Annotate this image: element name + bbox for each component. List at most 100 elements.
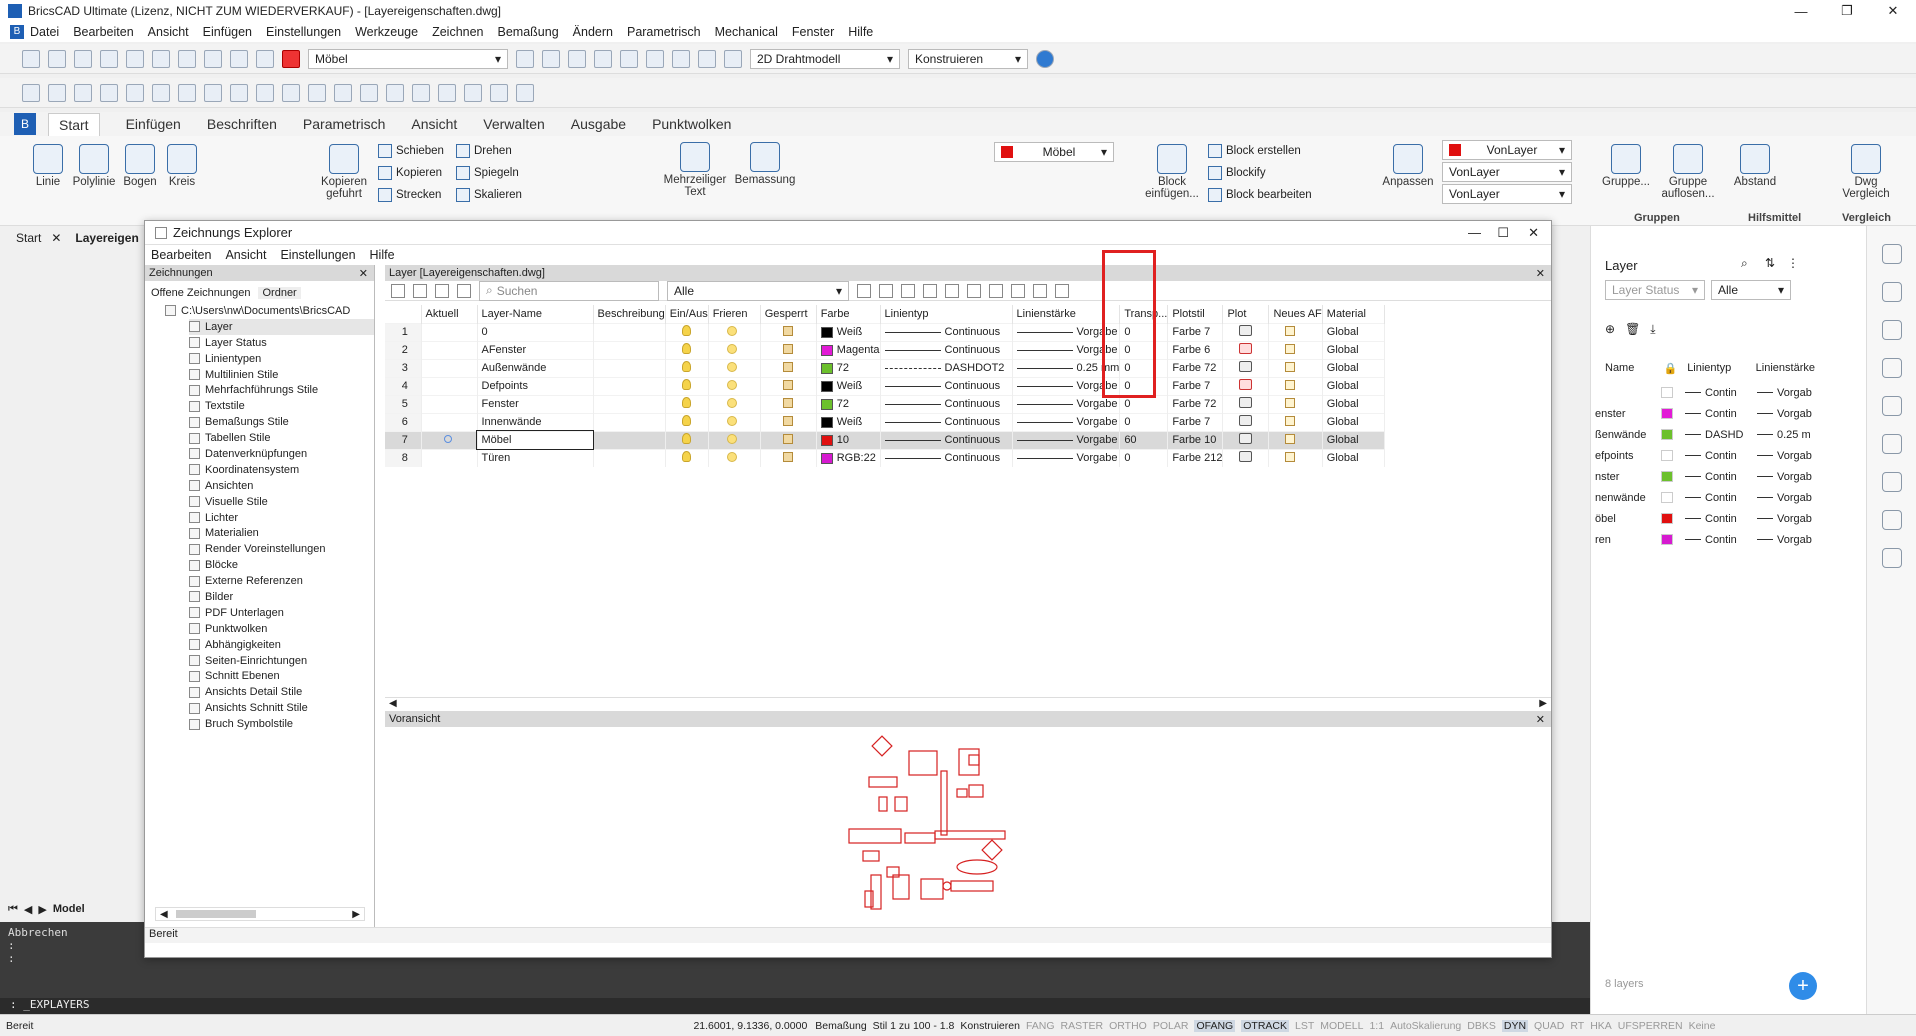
- restore-button[interactable]: ❐: [1824, 0, 1870, 22]
- status-toggle[interactable]: AutoSkalierung: [1390, 1020, 1461, 1032]
- tree-item[interactable]: Ansichten: [189, 478, 374, 494]
- snap-endpoint-icon[interactable]: [22, 83, 40, 102]
- close-icon[interactable]: ✕: [359, 267, 368, 280]
- list-item[interactable]: efpoints Contin Vorgab: [1591, 445, 1881, 466]
- zoom-realtime-icon[interactable]: [360, 83, 378, 102]
- tree-scrollbar[interactable]: ◀ ▶: [155, 907, 365, 921]
- mirror-button[interactable]: Spiegeln: [456, 166, 519, 180]
- tab-parametrisch[interactable]: Parametrisch: [303, 116, 385, 132]
- menu-bemassung[interactable]: Bemaßung: [498, 25, 559, 39]
- menu-ansicht[interactable]: Ansicht: [148, 25, 189, 39]
- block-insert-button[interactable]: Block einfügen...: [1142, 144, 1202, 200]
- list-item[interactable]: nster Contin Vorgab: [1591, 466, 1881, 487]
- grid-icon[interactable]: [1881, 548, 1902, 568]
- line-button[interactable]: Linie: [28, 144, 68, 188]
- doc-tab-start[interactable]: Start: [16, 231, 41, 245]
- tree-item[interactable]: Lichter: [189, 510, 374, 526]
- tree-item[interactable]: Render Voreinstellungen: [189, 541, 374, 557]
- menu-ansicht[interactable]: Ansicht: [225, 248, 266, 262]
- snap-apparent-icon[interactable]: [282, 83, 300, 102]
- menu-hilfe[interactable]: Hilfe: [370, 248, 395, 262]
- tree-item[interactable]: Multilinien Stile: [189, 367, 374, 383]
- zoom-extents-icon[interactable]: [490, 83, 508, 102]
- sync-icon[interactable]: [989, 283, 1003, 298]
- list-item[interactable]: nenwände Contin Vorgab: [1591, 487, 1881, 508]
- close-button[interactable]: ✕: [1528, 225, 1539, 241]
- snap-intersection-icon[interactable]: [152, 83, 170, 102]
- list-item[interactable]: ren Contin Vorgab: [1591, 529, 1881, 550]
- layer-tool-icon[interactable]: [516, 49, 534, 68]
- minimize-button[interactable]: —: [1778, 0, 1824, 22]
- ungroup-button[interactable]: Gruppe auflosen...: [1656, 144, 1720, 200]
- menu-einstellungen[interactable]: Einstellungen: [266, 25, 341, 39]
- snap-node-icon[interactable]: [100, 83, 118, 102]
- nav-next-icon[interactable]: ▶: [38, 903, 46, 916]
- list-item[interactable]: öbel Contin Vorgab: [1591, 508, 1881, 529]
- status-toggle[interactable]: FANG: [1026, 1020, 1055, 1032]
- tree-item[interactable]: Bruch Symbolstile: [189, 716, 374, 732]
- close-icon[interactable]: ✕: [1536, 713, 1545, 726]
- tree-item[interactable]: Mehrfachführungs Stile: [189, 382, 374, 398]
- circle-button[interactable]: Kreis: [162, 144, 202, 188]
- group-button[interactable]: Gruppe...: [1596, 144, 1656, 188]
- snap-insertion-icon[interactable]: [178, 83, 196, 102]
- refresh-icon[interactable]: [967, 283, 981, 298]
- list-item[interactable]: Contin Vorgab: [1591, 382, 1881, 403]
- doc-tab-layereigen[interactable]: Layereigen: [75, 231, 138, 245]
- tree-item[interactable]: Punktwolken: [189, 621, 374, 637]
- tab-open-drawings[interactable]: Offene Zeichnungen: [151, 287, 250, 299]
- snap-nearest-icon[interactable]: [256, 83, 274, 102]
- tree-item[interactable]: Bemaßungs Stile: [189, 414, 374, 430]
- cloud-icon[interactable]: [1881, 510, 1902, 530]
- column-header[interactable]: Plotstil: [1167, 305, 1224, 323]
- set-current-icon[interactable]: [457, 283, 471, 298]
- table-row[interactable]: 3 Außenwände 72 DASHDOT2 0.25 mm 0 Farbe 72 Glo…: [385, 358, 1385, 377]
- status-toggle[interactable]: 1:1: [1369, 1020, 1384, 1032]
- layer-prev-icon[interactable]: [568, 49, 586, 68]
- status-toggle[interactable]: ORTHO: [1109, 1020, 1147, 1032]
- status-toggle[interactable]: LST: [1295, 1020, 1314, 1032]
- copy-layer-icon[interactable]: [435, 283, 449, 298]
- table-row[interactable]: 8 Türen RGB:22 Continuous Vorgabe 0 Farbe 212 G…: [385, 448, 1385, 467]
- status-toggle[interactable]: Keine: [1689, 1020, 1716, 1032]
- menu-zeichnen[interactable]: Zeichnen: [432, 25, 483, 39]
- copy-icon[interactable]: [923, 283, 937, 298]
- lineweight-dropdown[interactable]: VonLayer ▾: [1442, 184, 1572, 204]
- table-row[interactable]: 6 Innenwände Weiß Continuous Vorgabe 0 Farbe 7…: [385, 412, 1385, 431]
- grid-view-icon[interactable]: [1033, 283, 1047, 298]
- match-props-icon[interactable]: [672, 49, 690, 68]
- status-toggle[interactable]: RT: [1570, 1020, 1584, 1032]
- status-toggle[interactable]: Bemaßung: [815, 1020, 866, 1032]
- block-edit-button[interactable]: Block bearbeiten: [1208, 188, 1312, 202]
- copy-guided-button[interactable]: Kopieren gefuhrt: [316, 144, 372, 200]
- close-icon[interactable]: ✕: [51, 231, 61, 245]
- calculator-icon[interactable]: [724, 49, 742, 68]
- snap-clear-icon[interactable]: [334, 83, 352, 102]
- layer-freeze-icon[interactable]: [620, 49, 638, 68]
- layer-iso-icon[interactable]: [594, 49, 612, 68]
- new-icon[interactable]: [22, 49, 40, 68]
- tree-item[interactable]: Ansichts Schnitt Stile: [189, 700, 374, 716]
- column-header[interactable]: Gesperrt: [760, 305, 817, 323]
- snap-center-icon[interactable]: [74, 83, 92, 102]
- merge-layer-icon[interactable]: ⤓: [1650, 322, 1655, 337]
- scroll-right-icon[interactable]: ▶: [352, 909, 360, 920]
- column-header[interactable]: [385, 305, 422, 323]
- color-dropdown[interactable]: VonLayer ▾: [1442, 140, 1572, 160]
- help-icon[interactable]: [1036, 49, 1054, 68]
- scroll-left-icon[interactable]: ◀: [160, 909, 168, 920]
- invert-filter-icon[interactable]: [879, 283, 893, 298]
- status-toggle[interactable]: DYN: [1501, 1019, 1529, 1032]
- move-button[interactable]: Schieben: [378, 144, 444, 158]
- rotate-button[interactable]: Drehen: [456, 144, 512, 158]
- tree-item[interactable]: PDF Unterlagen: [189, 605, 374, 621]
- minimize-button[interactable]: —: [1468, 225, 1481, 240]
- workspace-dropdown[interactable]: Konstruieren ▾: [908, 48, 1028, 69]
- nav-first-icon[interactable]: ⏮: [8, 903, 18, 916]
- table-row[interactable]: 5 Fenster 72 Continuous Vorgabe 0 Farbe 72 Glob…: [385, 394, 1385, 413]
- delete-icon[interactable]: [413, 283, 427, 298]
- tab-ausgabe[interactable]: Ausgabe: [571, 116, 626, 132]
- tree-item[interactable]: Textstile: [189, 398, 374, 414]
- list-item[interactable]: enster Contin Vorgab: [1591, 403, 1881, 424]
- menu-hilfe[interactable]: Hilfe: [848, 25, 873, 39]
